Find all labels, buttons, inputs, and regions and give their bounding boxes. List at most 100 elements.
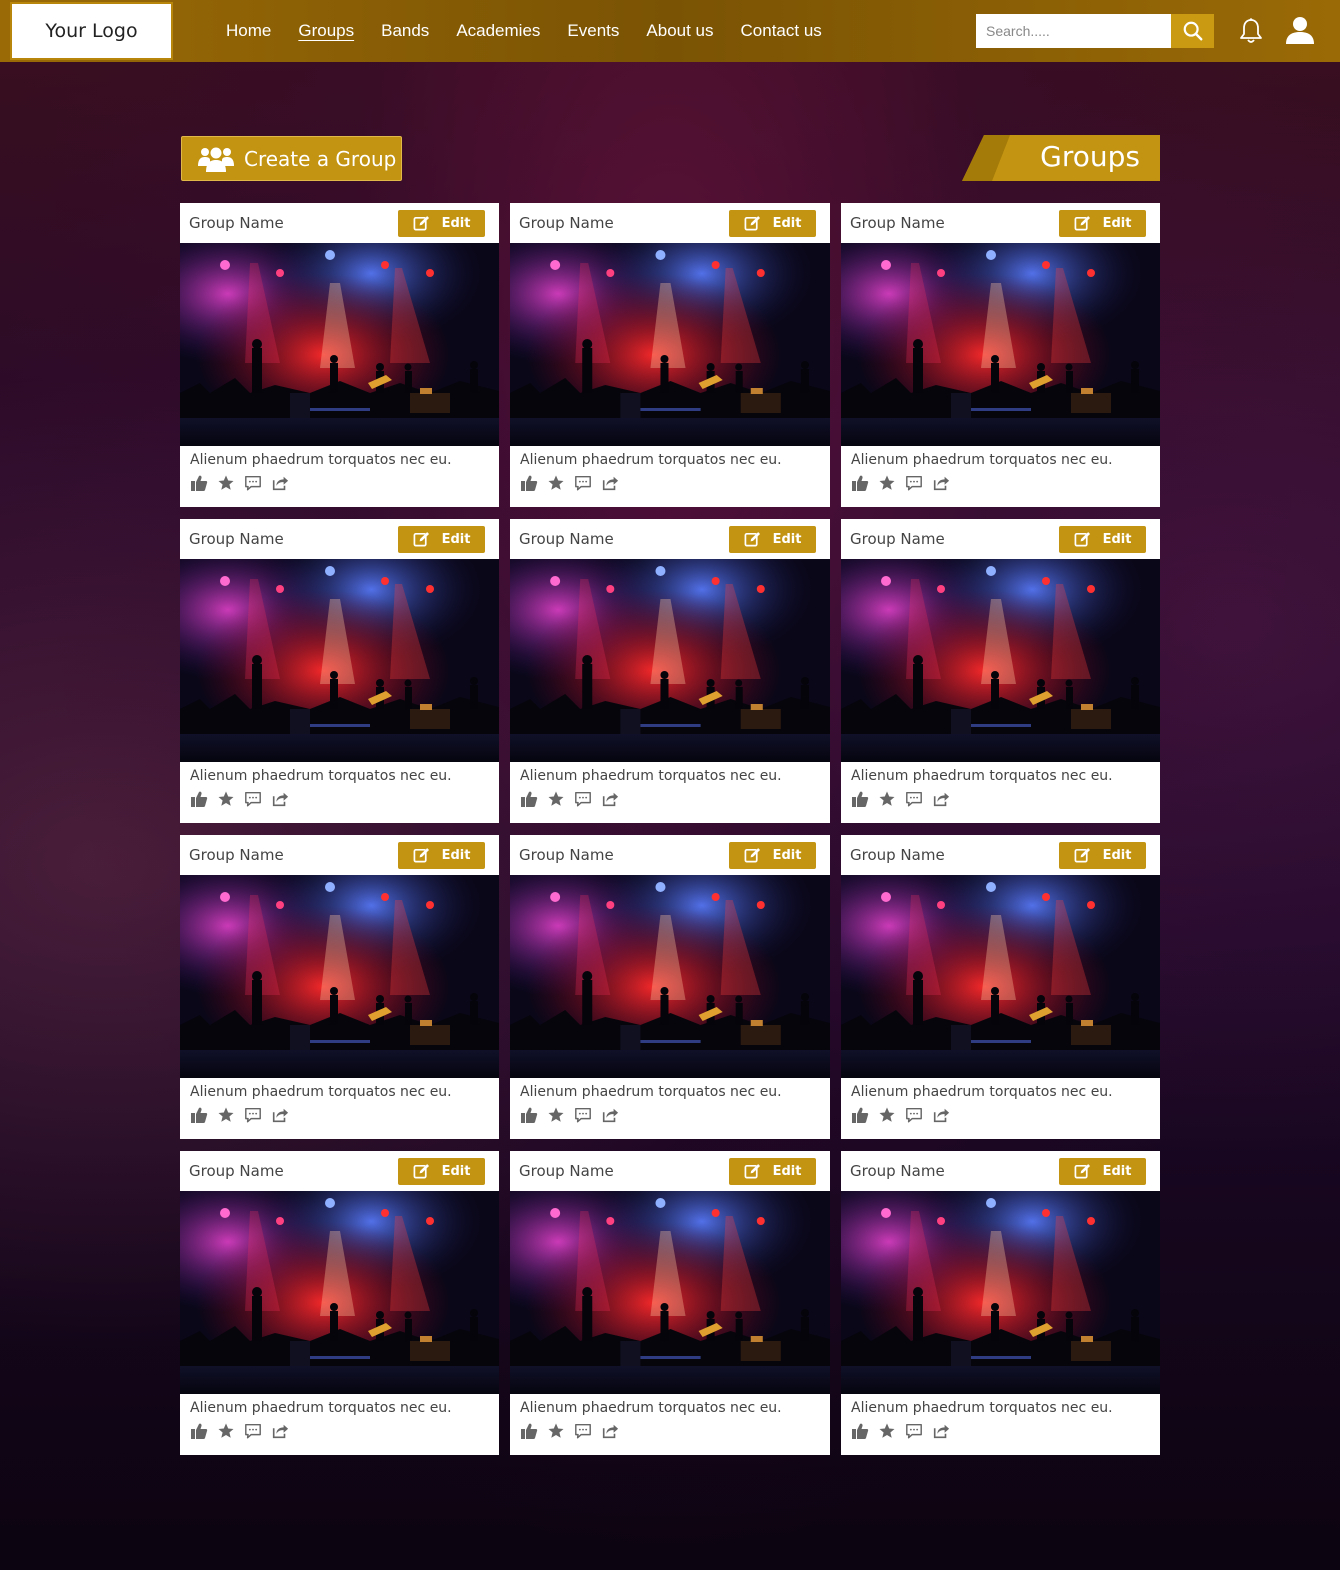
share-button[interactable]: [271, 474, 289, 492]
share-button[interactable]: [271, 790, 289, 808]
like-button[interactable]: [190, 1422, 208, 1440]
like-button[interactable]: [190, 474, 208, 492]
share-button[interactable]: [932, 790, 950, 808]
favorite-button[interactable]: [217, 474, 235, 492]
share-button[interactable]: [601, 790, 619, 808]
nav-bands[interactable]: Bands: [381, 21, 429, 41]
group-name: Group Name: [519, 1162, 614, 1180]
favorite-button[interactable]: [878, 1106, 896, 1124]
comment-icon: [906, 791, 922, 807]
concert-image[interactable]: [841, 243, 1160, 446]
notifications-button[interactable]: [1238, 17, 1264, 45]
like-button[interactable]: [851, 474, 869, 492]
edit-button[interactable]: Edit: [729, 1157, 816, 1185]
like-button[interactable]: [520, 1106, 538, 1124]
like-button[interactable]: [520, 790, 538, 808]
concert-image[interactable]: [510, 1191, 830, 1394]
favorite-button[interactable]: [217, 790, 235, 808]
like-button[interactable]: [851, 1106, 869, 1124]
create-group-button[interactable]: Create a Group: [181, 136, 402, 181]
like-button[interactable]: [520, 474, 538, 492]
edit-button[interactable]: Edit: [1059, 209, 1146, 237]
share-button[interactable]: [271, 1422, 289, 1440]
edit-button[interactable]: Edit: [398, 1157, 485, 1185]
edit-button[interactable]: Edit: [398, 841, 485, 869]
favorite-button[interactable]: [547, 474, 565, 492]
favorite-button[interactable]: [547, 1422, 565, 1440]
favorite-button[interactable]: [217, 1106, 235, 1124]
favorite-button[interactable]: [217, 1422, 235, 1440]
concert-image[interactable]: [180, 243, 499, 446]
like-button[interactable]: [520, 1422, 538, 1440]
comment-button[interactable]: [574, 474, 592, 492]
edit-button[interactable]: Edit: [398, 209, 485, 237]
groups-grid: Group Name Edit Alienum phaedrum torquat…: [180, 203, 1160, 1455]
share-button[interactable]: [932, 1422, 950, 1440]
favorite-button[interactable]: [547, 1106, 565, 1124]
share-button[interactable]: [601, 1106, 619, 1124]
edit-icon: [1074, 531, 1090, 546]
concert-image[interactable]: [180, 875, 499, 1078]
edit-label: Edit: [1102, 1163, 1132, 1179]
share-button[interactable]: [271, 1106, 289, 1124]
favorite-button[interactable]: [878, 1422, 896, 1440]
edit-button[interactable]: Edit: [729, 209, 816, 237]
edit-label: Edit: [441, 215, 471, 231]
comment-button[interactable]: [905, 790, 923, 808]
like-button[interactable]: [851, 790, 869, 808]
card-header: Group Name Edit: [510, 203, 830, 243]
nav-events[interactable]: Events: [567, 21, 619, 41]
edit-icon: [744, 847, 760, 862]
group-name: Group Name: [519, 214, 614, 232]
share-button[interactable]: [932, 474, 950, 492]
group-card: Group Name Edit Alienum phaedrum torquat…: [510, 1151, 830, 1455]
share-button[interactable]: [601, 1422, 619, 1440]
nav-contact-us[interactable]: Contact us: [741, 21, 822, 41]
edit-button[interactable]: Edit: [729, 841, 816, 869]
concert-image[interactable]: [510, 559, 830, 762]
comment-button[interactable]: [905, 1106, 923, 1124]
nav-groups[interactable]: Groups: [298, 21, 354, 41]
concert-image[interactable]: [841, 875, 1160, 1078]
thumbs-up-icon: [191, 475, 208, 491]
favorite-button[interactable]: [878, 790, 896, 808]
comment-button[interactable]: [244, 790, 262, 808]
thumbs-up-icon: [191, 791, 208, 807]
nav-about-us[interactable]: About us: [646, 21, 713, 41]
concert-image[interactable]: [510, 243, 830, 446]
concert-image[interactable]: [841, 1191, 1160, 1394]
comment-button[interactable]: [574, 790, 592, 808]
comment-button[interactable]: [244, 474, 262, 492]
concert-image[interactable]: [841, 559, 1160, 762]
like-button[interactable]: [190, 1106, 208, 1124]
like-button[interactable]: [851, 1422, 869, 1440]
logo[interactable]: Your Logo: [10, 2, 173, 60]
nav-academies[interactable]: Academies: [456, 21, 540, 41]
share-button[interactable]: [601, 474, 619, 492]
edit-button[interactable]: Edit: [1059, 525, 1146, 553]
concert-image[interactable]: [180, 559, 499, 762]
comment-button[interactable]: [574, 1422, 592, 1440]
share-button[interactable]: [932, 1106, 950, 1124]
edit-button[interactable]: Edit: [1059, 1157, 1146, 1185]
favorite-button[interactable]: [547, 790, 565, 808]
edit-label: Edit: [1102, 531, 1132, 547]
bell-icon: [1240, 18, 1262, 43]
comment-button[interactable]: [244, 1106, 262, 1124]
favorite-button[interactable]: [878, 474, 896, 492]
edit-button[interactable]: Edit: [729, 525, 816, 553]
concert-image[interactable]: [180, 1191, 499, 1394]
concert-image[interactable]: [510, 875, 830, 1078]
edit-button[interactable]: Edit: [1059, 841, 1146, 869]
comment-button[interactable]: [244, 1422, 262, 1440]
nav-home[interactable]: Home: [226, 21, 271, 41]
thumbs-up-icon: [852, 1107, 869, 1123]
comment-button[interactable]: [905, 1422, 923, 1440]
comment-button[interactable]: [905, 474, 923, 492]
comment-button[interactable]: [574, 1106, 592, 1124]
user-account-button[interactable]: [1285, 15, 1315, 45]
edit-button[interactable]: Edit: [398, 525, 485, 553]
search-button[interactable]: [1171, 14, 1214, 48]
search-input[interactable]: [976, 14, 1171, 48]
like-button[interactable]: [190, 790, 208, 808]
